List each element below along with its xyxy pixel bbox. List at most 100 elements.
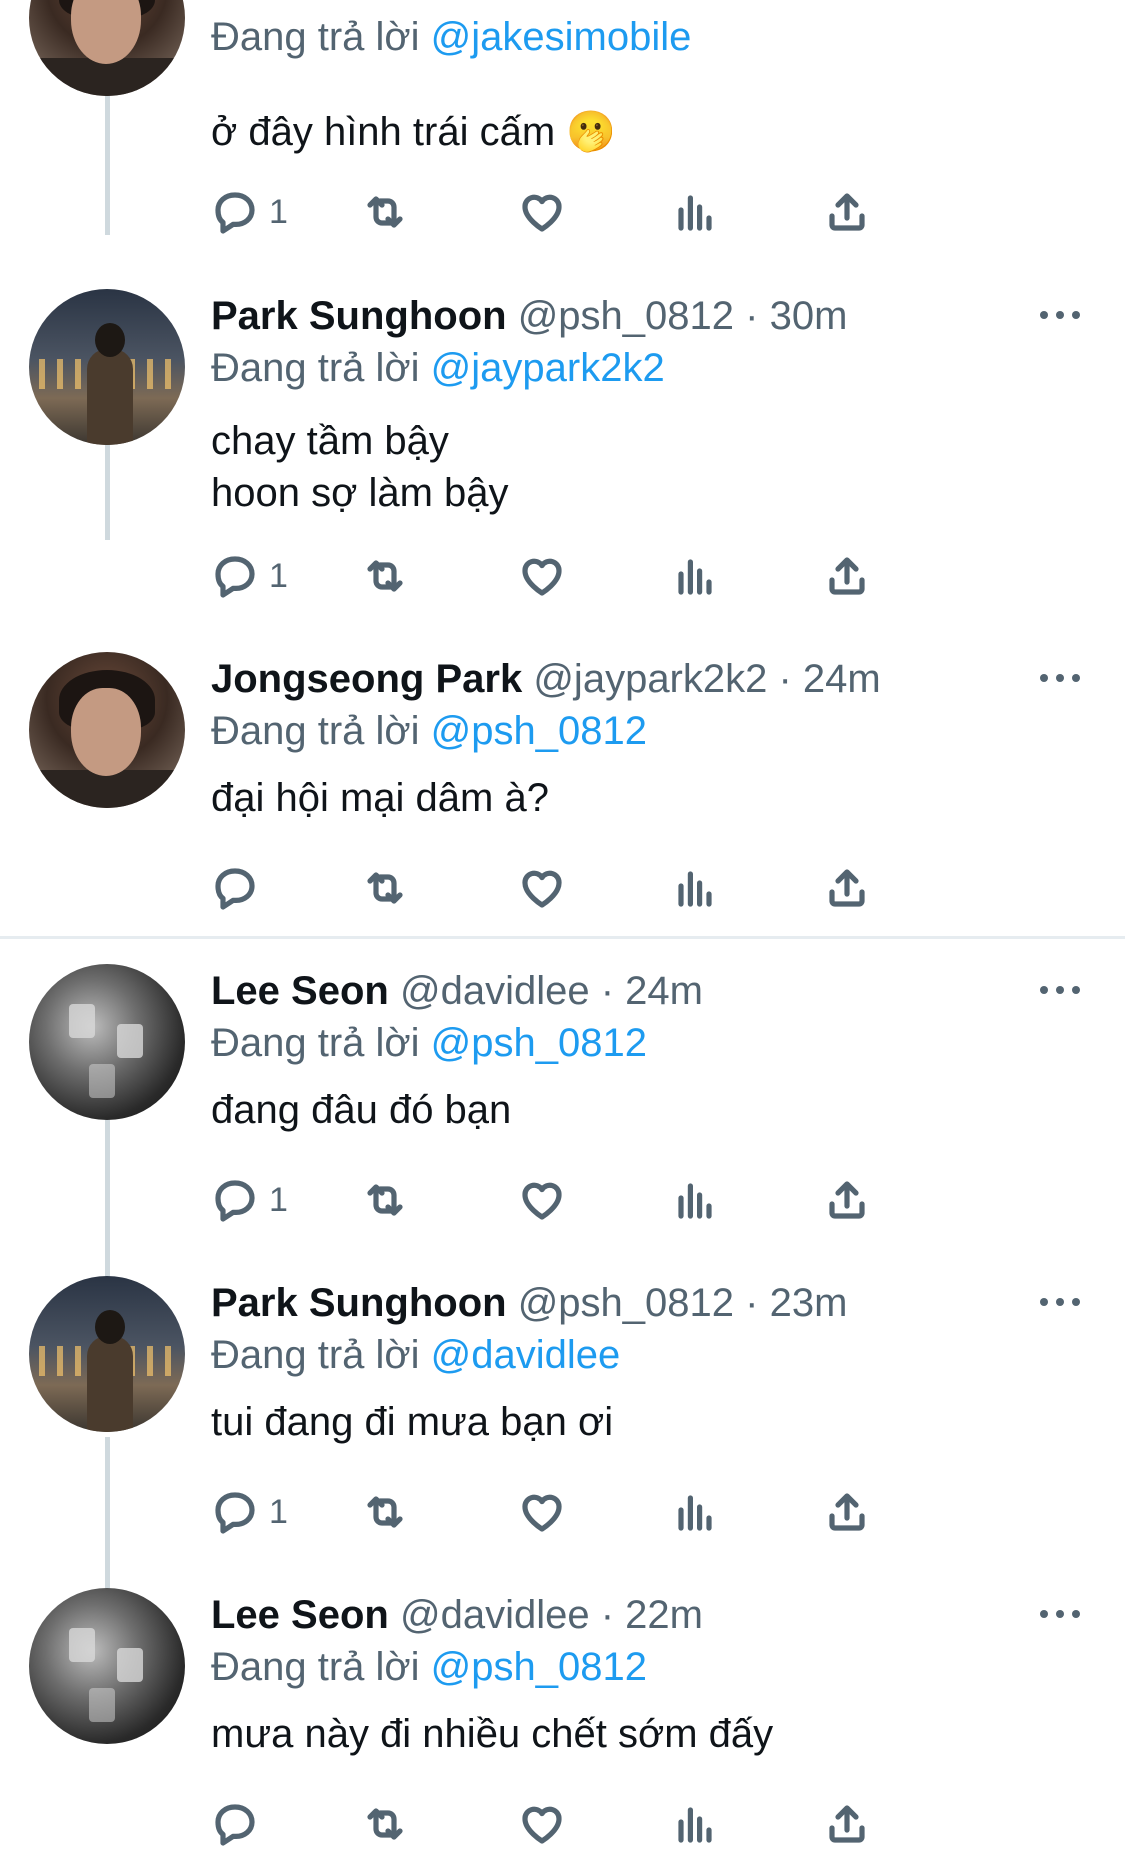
reply-mention-link[interactable]: @psh_0812: [431, 1021, 647, 1065]
reply-mention-link[interactable]: @jaypark2k2: [431, 346, 665, 390]
display-name[interactable]: Lee Seon: [211, 1593, 389, 1637]
timestamp[interactable]: · 24m: [601, 969, 703, 1013]
like-icon: [518, 1488, 566, 1536]
like-button[interactable]: [518, 546, 566, 606]
display-name[interactable]: Jongseong Park: [211, 657, 522, 701]
timestamp[interactable]: · 30m: [745, 294, 847, 338]
reply-mention-link[interactable]: @jakesimobile: [431, 15, 692, 59]
reply-icon: [211, 1176, 259, 1224]
more-icon[interactable]: [1040, 1292, 1084, 1312]
reply-context: Đang trả lời @psh_0812: [211, 1018, 647, 1068]
tweet-actions: 1: [211, 1482, 1011, 1542]
analytics-button[interactable]: [671, 546, 719, 606]
more-icon[interactable]: [1040, 668, 1084, 688]
reply-prefix: Đang trả lời: [211, 709, 420, 753]
reply-context: Đang trả lời @jaypark2k2: [211, 343, 665, 393]
share-icon: [823, 188, 871, 236]
display-name[interactable]: Park Sunghoon: [211, 1281, 507, 1325]
retweet-button[interactable]: [361, 1170, 409, 1230]
retweet-icon: [361, 1488, 409, 1536]
avatar[interactable]: [29, 0, 185, 96]
reply-prefix: Đang trả lời: [211, 1333, 420, 1377]
reply-context: Đang trả lời @davidlee: [211, 1330, 620, 1380]
share-button[interactable]: [823, 858, 871, 918]
share-button[interactable]: [823, 1482, 871, 1542]
timestamp[interactable]: · 22m: [601, 1593, 703, 1637]
retweet-button[interactable]: [361, 1482, 409, 1542]
handle[interactable]: @davidlee: [400, 1593, 590, 1637]
reply-button[interactable]: 1: [211, 546, 288, 606]
analytics-button[interactable]: [671, 1170, 719, 1230]
share-button[interactable]: [823, 182, 871, 242]
reply-button[interactable]: [211, 858, 269, 918]
tweet-text: đại hội mại dâm à?: [211, 776, 549, 820]
analytics-icon: [671, 552, 719, 600]
retweet-icon: [361, 864, 409, 912]
handle[interactable]: @jaypark2k2: [533, 657, 767, 701]
tweet-actions: 1: [211, 546, 1011, 606]
reply-icon: [211, 552, 259, 600]
like-button[interactable]: [518, 1170, 566, 1230]
reply-prefix: Đang trả lời: [211, 1021, 420, 1065]
handle[interactable]: @psh_0812: [518, 294, 734, 338]
avatar[interactable]: [29, 652, 185, 808]
like-button[interactable]: [518, 182, 566, 242]
analytics-button[interactable]: [671, 858, 719, 918]
tweet-header: Lee Seon @davidlee · 22m: [211, 1590, 703, 1640]
more-icon[interactable]: [1040, 1604, 1084, 1624]
display-name[interactable]: Park Sunghoon: [211, 294, 507, 338]
reply-button[interactable]: 1: [211, 1170, 288, 1230]
handle[interactable]: @davidlee: [400, 969, 590, 1013]
like-button[interactable]: [518, 858, 566, 918]
reply-mention-link[interactable]: @davidlee: [431, 1333, 621, 1377]
like-button[interactable]: [518, 1482, 566, 1542]
avatar[interactable]: [29, 1588, 185, 1744]
like-icon: [518, 552, 566, 600]
reply-prefix: Đang trả lời: [211, 15, 420, 59]
share-icon: [823, 552, 871, 600]
display-name[interactable]: Lee Seon: [211, 969, 389, 1013]
analytics-icon: [671, 188, 719, 236]
retweet-button[interactable]: [361, 182, 409, 242]
like-button[interactable]: [518, 1794, 566, 1854]
reply-button[interactable]: 1: [211, 1482, 288, 1542]
tweet-header: Park Sunghoon @psh_0812 · 30m: [211, 291, 847, 341]
reply-mention-link[interactable]: @psh_0812: [431, 709, 647, 753]
share-button[interactable]: [823, 1170, 871, 1230]
retweet-icon: [361, 1176, 409, 1224]
share-icon: [823, 1488, 871, 1536]
analytics-button[interactable]: [671, 1794, 719, 1854]
analytics-icon: [671, 1176, 719, 1224]
analytics-button[interactable]: [671, 1482, 719, 1542]
reply-mention-link[interactable]: @psh_0812: [431, 1645, 647, 1689]
avatar[interactable]: [29, 1276, 185, 1432]
reply-button[interactable]: [211, 1794, 269, 1854]
reply-button[interactable]: 1: [211, 182, 288, 242]
reply-icon: [211, 188, 259, 236]
timestamp[interactable]: · 23m: [745, 1281, 847, 1325]
tweet-text: chay tầm bậy hoon sợ làm bậy: [211, 419, 509, 515]
retweet-button[interactable]: [361, 1794, 409, 1854]
tweet-text: đang đâu đó bạn: [211, 1088, 512, 1132]
reply-prefix: Đang trả lời: [211, 1645, 420, 1689]
share-icon: [823, 1176, 871, 1224]
share-button[interactable]: [823, 1794, 871, 1854]
tweet-header: Jongseong Park @jaypark2k2 · 24m: [211, 654, 881, 704]
retweet-button[interactable]: [361, 858, 409, 918]
reply-prefix: Đang trả lời: [211, 346, 420, 390]
analytics-icon: [671, 864, 719, 912]
avatar[interactable]: [29, 964, 185, 1120]
share-button[interactable]: [823, 546, 871, 606]
retweet-icon: [361, 1800, 409, 1848]
reply-context: Đang trả lời @psh_0812: [211, 706, 647, 756]
reply-icon: [211, 1800, 259, 1848]
analytics-button[interactable]: [671, 182, 719, 242]
more-icon[interactable]: [1040, 305, 1084, 325]
tweet-header: Park Sunghoon @psh_0812 · 23m: [211, 1278, 847, 1328]
handle[interactable]: @psh_0812: [518, 1281, 734, 1325]
retweet-button[interactable]: [361, 546, 409, 606]
more-icon[interactable]: [1040, 980, 1084, 1000]
timestamp[interactable]: · 24m: [779, 657, 881, 701]
avatar[interactable]: [29, 289, 185, 445]
analytics-icon: [671, 1800, 719, 1848]
